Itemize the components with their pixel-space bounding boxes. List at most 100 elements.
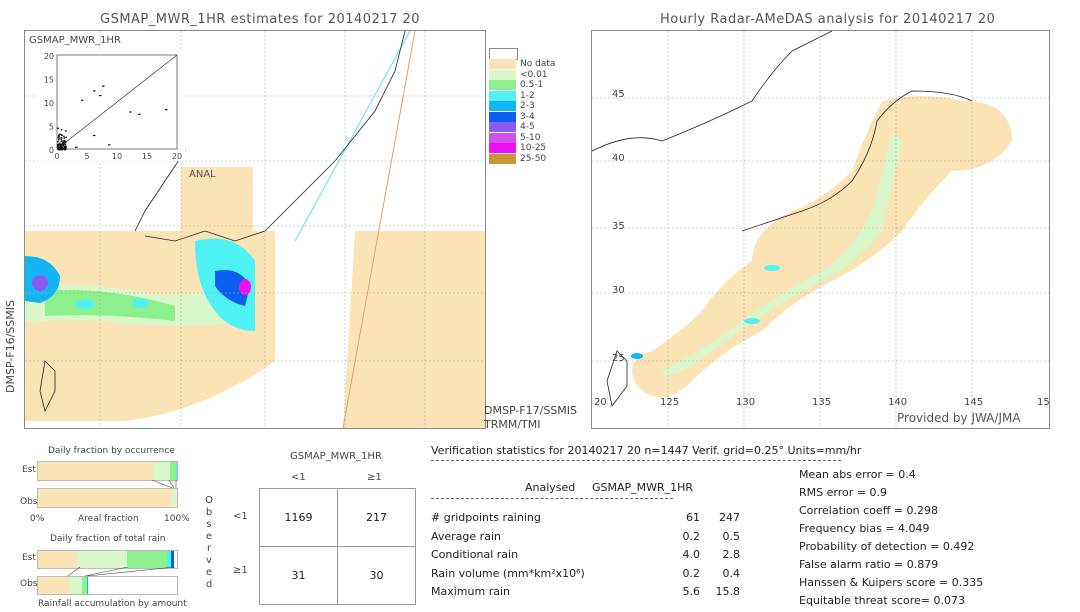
scatter-point xyxy=(65,146,67,149)
col-analysed: Analysed xyxy=(525,481,576,494)
rain-cell xyxy=(132,298,148,308)
inset-scatter-plot: 20 15 10 5 00 5 10 15 20 xyxy=(44,52,182,161)
lon-tick: 15 xyxy=(1037,397,1050,408)
bar-segment xyxy=(175,462,177,480)
score-line: Frequency bias = 4.049 xyxy=(799,522,930,535)
rain-cell xyxy=(744,318,760,324)
rain-cell xyxy=(764,265,780,271)
inset-y-tick: 20 xyxy=(44,52,54,61)
lon-tick: 140 xyxy=(888,397,908,408)
divider xyxy=(431,460,841,461)
legend-item: 5-10 xyxy=(489,132,540,143)
lat-tick-40: 40 xyxy=(612,153,625,164)
scatter-point xyxy=(81,99,84,101)
left-map-title: GSMAP_MWR_1HR estimates for 20140217 20 xyxy=(100,12,421,27)
total-rain-obs-label: Obs xyxy=(20,579,38,589)
stat-label: Rain volume (mm*km²x10⁶) xyxy=(431,566,585,580)
bar-segment xyxy=(171,489,177,507)
bar-segment xyxy=(86,577,88,594)
stat-gsmap: 0.4 xyxy=(722,566,741,580)
legend-label: 2-3 xyxy=(520,101,535,111)
legend-label: 3-4 xyxy=(520,111,535,122)
inset-x-tick: 0 xyxy=(54,152,59,161)
contingency-row-header: ≥1 xyxy=(233,565,248,576)
total-rain-title: Daily fraction of total rain xyxy=(50,534,166,544)
observed-axis-label: Observed xyxy=(205,495,213,590)
contingency-cell: 1169 xyxy=(259,488,338,547)
rain-peak-west xyxy=(32,275,48,291)
right-map-canvas xyxy=(592,31,1049,428)
legend-swatch xyxy=(489,122,516,132)
stat-gsmap: 247 xyxy=(719,511,740,524)
lon-tick: 20 xyxy=(594,397,607,408)
verification-header: Verification statistics for 20140217 20 … xyxy=(431,444,862,457)
legend-item: 10-25 xyxy=(489,143,546,153)
occurrence-est-bar xyxy=(37,461,178,481)
legend-item: 3-4 xyxy=(489,111,535,122)
stat-analysed: 5.6 xyxy=(682,585,701,598)
stat-label: Conditional rain xyxy=(431,548,519,561)
occurrence-title: Daily fraction by occurrence xyxy=(48,446,175,456)
total-rain-est-label: Est xyxy=(22,553,36,563)
scatter-point xyxy=(63,137,66,139)
legend-label: <0.01 xyxy=(520,69,548,80)
contingency-cell: 217 xyxy=(337,488,416,547)
col-gsmap: GSMAP_MWR_1HR xyxy=(592,481,694,494)
inset-y-tick: 5 xyxy=(49,123,54,132)
legend-swatch xyxy=(489,101,516,111)
stat-label: # gridpoints raining xyxy=(431,511,541,524)
stat-label: Maximum rain xyxy=(431,585,510,598)
legend-swatch xyxy=(489,69,516,80)
scatter-point xyxy=(63,144,65,147)
satellite-track xyxy=(294,31,411,242)
scatter-point xyxy=(65,130,67,132)
scatter-point xyxy=(60,138,62,141)
legend-item: No data xyxy=(489,59,555,69)
legend-swatch xyxy=(489,90,516,101)
scatter-point xyxy=(102,85,105,87)
inset-x-tick: 20 xyxy=(172,152,182,161)
score-line: Hanssen & Kuipers score = 0.335 xyxy=(799,576,984,589)
legend-label: 0.5-1 xyxy=(520,80,544,90)
scatter-point xyxy=(108,144,111,146)
score-line: Mean abs error = 0.4 xyxy=(799,468,916,481)
divider xyxy=(431,498,673,499)
contingency-col-header: ≥1 xyxy=(367,472,382,483)
left-map: GSMAP_MWR_1HR 20 15 10 5 0 0 5 10 15 20 ANAL xyxy=(24,30,486,429)
scatter-point xyxy=(65,136,67,139)
inset-y-tick: 0 xyxy=(49,146,54,155)
sensor-left-label: DMSP-F16/SSMIS xyxy=(4,299,18,394)
scatter-point xyxy=(60,134,63,136)
stat-label: Average rain xyxy=(431,529,501,543)
stat-analysed: 4.0 xyxy=(682,548,701,561)
occurrence-axis-mid: Areal fraction xyxy=(78,514,139,524)
legend-label: 4-5 xyxy=(520,122,535,132)
inset-x-tick: 5 xyxy=(84,152,89,161)
scatter-point xyxy=(93,90,96,92)
scatter-point xyxy=(64,148,67,150)
scatter-point xyxy=(64,141,67,143)
bar-segment xyxy=(38,577,69,594)
scatter-point xyxy=(57,127,59,130)
credit-label: Provided by JWA/JMA xyxy=(897,411,1021,425)
rain-cell xyxy=(631,353,643,359)
score-line: Correlation coeff = 0.298 xyxy=(799,504,938,517)
scatter-point xyxy=(93,134,96,137)
stat-gsmap: 15.8 xyxy=(715,585,741,598)
color-legend: No data <0.01 0.5-1 1-2 2-3 3-4 4-5 5-10 10-25 25… xyxy=(489,48,559,178)
score-line: Probability of detection = 0.492 xyxy=(799,540,975,553)
sensor-right-label-2: TRMM/TMI xyxy=(484,418,541,431)
right-map-title: Hourly Radar-AMeDAS analysis for 2014021… xyxy=(660,12,996,27)
analysis-coverage xyxy=(632,96,1012,398)
scatter-point xyxy=(60,140,62,143)
contingency-row-header: <1 xyxy=(233,511,248,522)
occurrence-est-label: Est xyxy=(22,465,36,475)
total-rain-obs-bar xyxy=(37,576,178,595)
scatter-point xyxy=(138,113,141,115)
bar-segment xyxy=(76,551,127,568)
anal-label: ANAL xyxy=(189,169,216,180)
scatter-point xyxy=(57,148,60,150)
lon-tick: 135 xyxy=(812,397,832,408)
inset-scatter: 20 15 10 5 0 0 5 10 15 20 xyxy=(35,49,185,161)
stat-analysed: 0.2 xyxy=(682,529,701,543)
